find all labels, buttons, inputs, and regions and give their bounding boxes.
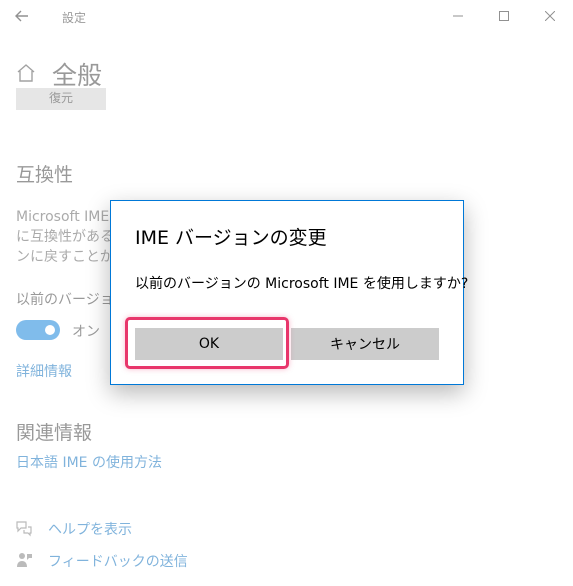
dialog-title: IME バージョンの変更 <box>135 227 327 249</box>
cancel-button[interactable]: キャンセル <box>291 328 439 360</box>
dialog-message: 以前のバージョンの Microsoft IME を使用しますか? <box>135 276 469 292</box>
ok-button-highlight <box>125 317 289 369</box>
